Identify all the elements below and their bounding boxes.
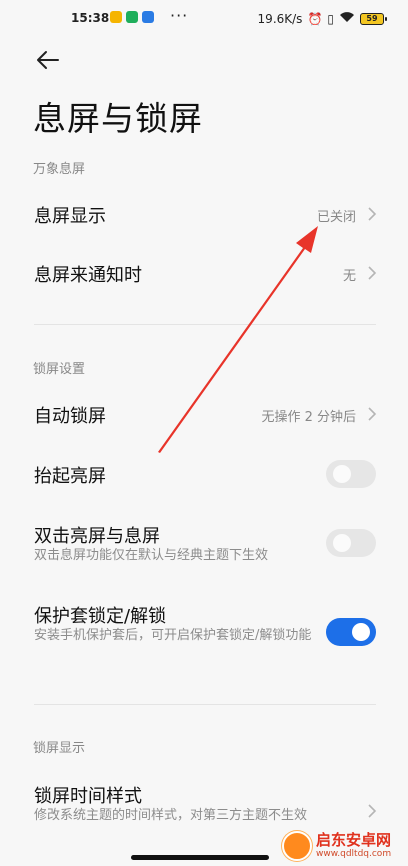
vibrate-icon: ▯ xyxy=(327,11,334,26)
back-button[interactable] xyxy=(32,44,64,76)
net-speed: 19.6K/s xyxy=(257,11,303,26)
item-subtitle: 修改系统主题的时间样式，对第三方主题不生效 xyxy=(34,808,308,823)
chevron-right-icon xyxy=(368,407,377,421)
item-title: 自动锁屏 xyxy=(34,406,106,427)
item-title: 抬起亮屏 xyxy=(34,466,106,487)
item-title: 双击亮屏与息屏 xyxy=(34,526,160,547)
raise-to-wake-item: 抬起亮屏 xyxy=(0,452,408,496)
battery-icon: 59 xyxy=(360,12,387,25)
chevron-right-icon xyxy=(368,804,377,818)
double-tap-item: 双击亮屏与息屏 双击息屏功能仅在默认与经典主题下生效 xyxy=(0,520,408,570)
chevron-right-icon xyxy=(368,207,377,221)
cover-lock-item: 保护套锁定/解锁 安装手机保护套后，可开启保护套锁定/解锁功能 xyxy=(0,600,408,670)
aod-display-item[interactable]: 息屏显示 已关闭 xyxy=(0,192,408,236)
aod-notify-item[interactable]: 息屏来通知时 无 xyxy=(0,251,408,295)
item-subtitle: 安装手机保护套后，可开启保护套锁定/解锁功能 xyxy=(34,628,312,643)
app-notification-icon xyxy=(110,11,122,23)
watermark-mascot-icon xyxy=(282,831,312,861)
item-title: 息屏来通知时 xyxy=(34,265,142,286)
notification-icons xyxy=(110,11,154,23)
double-tap-toggle[interactable] xyxy=(326,529,376,557)
alarm-icon: ⏰ xyxy=(307,11,323,26)
app-notification-icon xyxy=(142,11,154,23)
divider xyxy=(34,324,376,325)
status-time: 15:38 xyxy=(71,11,110,25)
wifi-icon xyxy=(339,11,355,26)
item-value: 无 xyxy=(342,269,356,284)
watermark-logo: 启东安卓网 www.qdltdq.com xyxy=(282,826,406,866)
watermark-text: 启东安卓网 www.qdltdq.com xyxy=(316,832,391,860)
back-arrow-icon xyxy=(37,51,59,69)
page-title: 息屏与锁屏 xyxy=(33,99,203,138)
toggle-knob xyxy=(333,534,351,552)
item-subtitle: 双击息屏功能仅在默认与经典主题下生效 xyxy=(34,548,269,563)
chevron-right-icon xyxy=(368,266,377,280)
app-notification-icon xyxy=(126,11,138,23)
watermark-url: www.qdltdq.com xyxy=(316,849,392,859)
item-value: 无操作 2 分钟后 xyxy=(261,410,356,425)
more-notifications-icon: ··· xyxy=(170,6,189,25)
watermark-name: 启东安卓网 xyxy=(316,831,392,849)
item-title: 锁屏时间样式 xyxy=(34,786,142,807)
toggle-knob xyxy=(352,623,370,641)
auto-lock-item[interactable]: 自动锁屏 无操作 2 分钟后 xyxy=(0,392,408,436)
item-title: 保护套锁定/解锁 xyxy=(34,606,167,627)
section-label-lock-display: 锁屏显示 xyxy=(33,741,86,756)
section-label-lock: 锁屏设置 xyxy=(33,362,86,377)
item-title: 息屏显示 xyxy=(34,206,106,227)
raise-to-wake-toggle[interactable] xyxy=(326,460,376,488)
section-label-aod: 万象息屏 xyxy=(33,162,86,177)
status-right: 19.6K/s ⏰ ▯ 59 xyxy=(257,11,387,26)
status-bar: 15:38 ··· 19.6K/s ⏰ ▯ 59 xyxy=(0,0,408,38)
divider xyxy=(34,704,376,705)
item-value: 已关闭 xyxy=(316,210,356,225)
toggle-knob xyxy=(333,465,351,483)
cover-lock-toggle[interactable] xyxy=(326,618,376,646)
home-indicator[interactable] xyxy=(131,855,269,860)
